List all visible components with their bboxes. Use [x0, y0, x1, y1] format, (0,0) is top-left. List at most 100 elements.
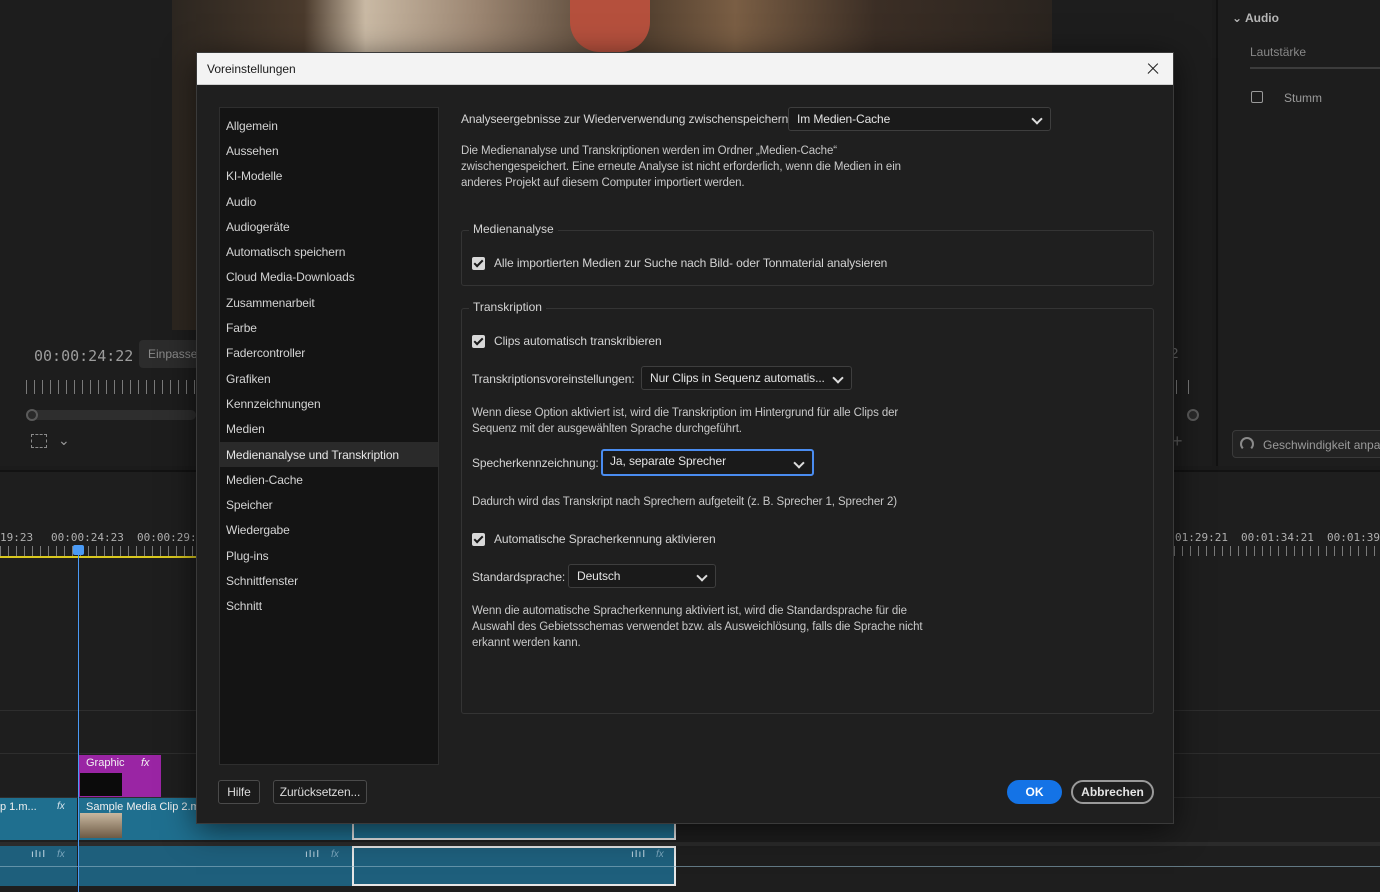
timeline-ruler[interactable]	[1174, 546, 1380, 556]
cache-location-select[interactable]: Im Medien-Cache	[788, 107, 1051, 131]
scroll-handle-left[interactable]	[26, 409, 38, 421]
default-language-select[interactable]: Deutsch	[568, 564, 716, 588]
nav-item[interactable]: Kennzeichnungen	[220, 391, 438, 416]
audio-volume-line[interactable]	[0, 866, 1380, 867]
adjust-speed-button[interactable]: Geschwindigkeit anpassen	[1232, 430, 1380, 458]
nav-item[interactable]: Automatisch speichern	[220, 239, 438, 264]
mute-checkbox[interactable]	[1251, 91, 1263, 103]
video-subject	[570, 0, 650, 52]
playhead-line[interactable]	[78, 546, 79, 892]
transcription-preset-description: Wenn diese Option aktiviert ist, wird di…	[472, 405, 992, 437]
nav-item[interactable]: Allgemein	[220, 113, 438, 138]
nav-item[interactable]: Medien	[220, 417, 438, 442]
audio-section-header[interactable]: ⌄ Audio	[1232, 11, 1279, 25]
work-area-bar[interactable]	[0, 556, 196, 558]
fx-icon[interactable]: fx	[57, 849, 65, 860]
analyze-media-checkbox[interactable]	[472, 257, 485, 270]
cache-label: Analyseergebnisse zur Wiederverwendung z…	[461, 112, 792, 126]
nav-item[interactable]: Speicher	[220, 492, 438, 517]
monitor-ruler-left	[26, 380, 196, 394]
timeline-timecode: 01:29:21	[1175, 531, 1228, 544]
nav-item[interactable]: Plug-ins	[220, 543, 438, 568]
transcription-preset-select[interactable]: Nur Clips in Sequenz automatis...	[641, 366, 852, 390]
preset-description-line: Wenn diese Option aktiviert ist, wird di…	[472, 407, 899, 419]
nav-item[interactable]: Fadercontroller	[220, 341, 438, 366]
default-language-description-line: Auswahl des Gebietsschemas verwendet bzw…	[472, 621, 923, 633]
program-timecode[interactable]: 00:00:24:22	[34, 347, 133, 365]
audio-section-title: Audio	[1244, 11, 1279, 25]
default-language-label: Standardsprache:	[472, 570, 566, 584]
volume-slider[interactable]	[1250, 67, 1380, 69]
auto-language-checkbox[interactable]	[472, 533, 485, 546]
fx-icon[interactable]: fx	[656, 849, 664, 860]
auto-language-label: Automatische Spracherkennung aktivieren	[494, 532, 716, 546]
fx-icon[interactable]: fx	[331, 849, 339, 860]
chevron-down-icon[interactable]: ⌄	[58, 432, 70, 449]
nav-item[interactable]: KI-Modelle	[220, 164, 438, 189]
video-thumbnail	[80, 813, 122, 838]
ok-button[interactable]: OK	[1007, 780, 1062, 804]
nav-item[interactable]: Medien-Cache	[220, 467, 438, 492]
timeline-timecode: 00:00:24:23	[51, 531, 124, 544]
safe-margins-icon[interactable]	[31, 434, 47, 448]
dialog-title: Voreinstellungen	[207, 62, 296, 76]
essential-sound-panel	[1216, 0, 1380, 466]
speaker-labeling-select[interactable]: Ja, separate Sprecher	[601, 449, 814, 476]
help-button[interactable]: Hilfe	[218, 780, 260, 804]
timeline-timecode: 19:23	[0, 531, 34, 544]
default-language-description-line: erkannt werden kann.	[472, 637, 581, 649]
waveform-icon: ıIıI	[631, 849, 647, 860]
scroll-handle-right[interactable]	[1187, 409, 1199, 421]
nav-item[interactable]: Grafiken	[220, 366, 438, 391]
nav-item[interactable]: Medienanalyse und Transkription	[220, 441, 438, 468]
graphic-clip-label: Graphic	[86, 757, 125, 769]
waveform-icon: ıIıI	[305, 849, 321, 860]
chevron-down-icon	[1031, 113, 1043, 125]
cache-description: Die Medienanalyse und Transkriptionen we…	[461, 143, 981, 191]
default-language-description: Wenn die automatische Spracherkennung ak…	[472, 603, 992, 651]
nav-item[interactable]: Aussehen	[220, 138, 438, 163]
volume-label: Lautstärke	[1250, 45, 1307, 59]
default-language-value: Deutsch	[577, 569, 621, 583]
transcription-title: Transkription	[469, 300, 546, 314]
nav-item[interactable]: Farbe	[220, 315, 438, 340]
speaker-label: Specherkennzeichnung:	[472, 456, 599, 470]
timeline-timecode: 00:01:39:2	[1327, 531, 1380, 544]
reset-button[interactable]: Zurücksetzen...	[273, 780, 367, 804]
nav-item[interactable]: Wiedergabe	[220, 518, 438, 543]
speedometer-icon	[1240, 437, 1254, 451]
timeline-ruler[interactable]	[0, 546, 196, 556]
mute-label: Stumm	[1284, 91, 1323, 105]
video-clip-1-label: p 1.m...	[0, 801, 37, 813]
default-language-description-line: Wenn die automatische Spracherkennung ak…	[472, 605, 907, 617]
nav-item[interactable]: Audio	[220, 189, 438, 214]
fx-icon[interactable]: fx	[141, 757, 150, 769]
graphic-thumbnail	[80, 773, 122, 796]
fx-icon[interactable]: fx	[57, 801, 65, 812]
nav-item[interactable]: Cloud Media-Downloads	[220, 265, 438, 290]
chevron-down-icon	[696, 570, 708, 582]
chevron-down-icon	[793, 457, 805, 469]
speaker-description: Dadurch wird das Transkript nach Spreche…	[472, 496, 897, 508]
auto-transcribe-label: Clips automatisch transkribieren	[494, 334, 662, 348]
nav-item[interactable]: Zusammenarbeit	[220, 290, 438, 315]
monitor-ruler-right	[1176, 380, 1196, 394]
nav-item[interactable]: Schnitt	[220, 594, 438, 619]
monitor-scrollbar[interactable]	[26, 410, 196, 420]
playhead-handle[interactable]	[73, 545, 84, 555]
nav-item[interactable]: Schnittfenster	[220, 568, 438, 593]
cancel-button[interactable]: Abbrechen	[1071, 780, 1154, 804]
nav-item[interactable]: Audiogeräte	[220, 214, 438, 239]
dialog-titlebar[interactable]: Voreinstellungen	[197, 53, 1173, 85]
cache-description-line: anderes Projekt auf diesem Computer impo…	[461, 177, 745, 189]
cache-description-line: Die Medienanalyse und Transkriptionen we…	[461, 145, 837, 157]
preset-description-line: Sequenz mit der ausgewählten Sprache dur…	[472, 423, 742, 435]
auto-transcribe-checkbox[interactable]	[472, 335, 485, 348]
fit-dropdown[interactable]: Einpassen	[139, 340, 199, 368]
timeline-timecode: 00:01:34:21	[1241, 531, 1314, 544]
analyze-media-label: Alle importierten Medien zur Suche nach …	[494, 256, 888, 270]
media-analysis-title: Medienanalyse	[469, 222, 558, 236]
preferences-dialog: Voreinstellungen Allgemein Aussehen KI-Mod…	[196, 52, 1174, 824]
cache-location-value: Im Medien-Cache	[797, 112, 891, 126]
close-icon[interactable]	[1141, 57, 1165, 81]
